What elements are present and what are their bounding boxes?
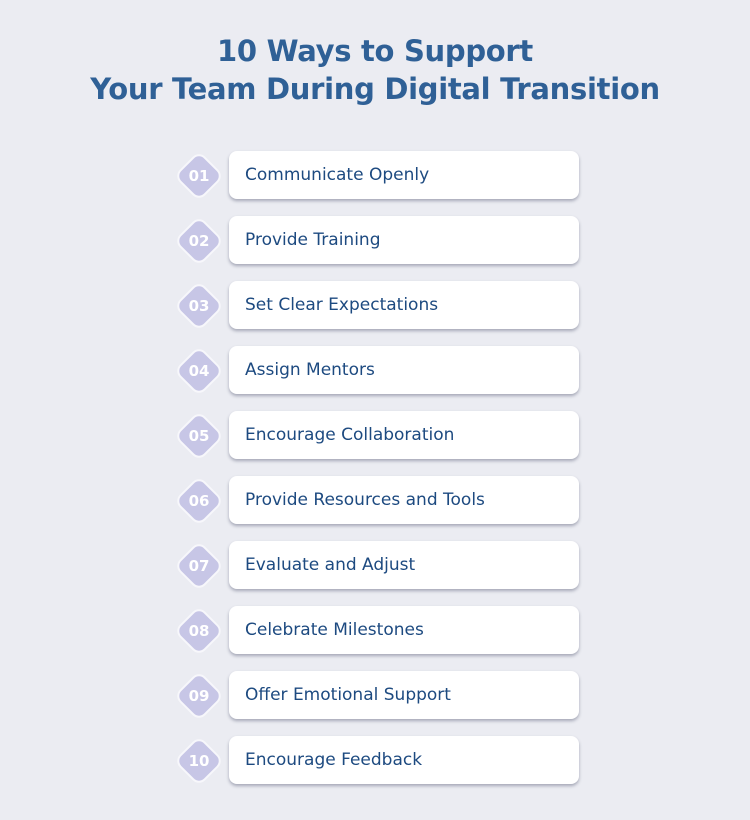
item-number: 09 [188, 687, 210, 705]
item-card: Evaluate and Adjust [229, 541, 579, 589]
item-card: Offer Emotional Support [229, 671, 579, 719]
item-number: 03 [188, 297, 210, 315]
item-card: Set Clear Expectations [229, 281, 579, 329]
item-card: Communicate Openly [229, 151, 579, 199]
item-card: Celebrate Milestones [229, 606, 579, 654]
item-card: Assign Mentors [229, 346, 579, 394]
item-number: 10 [188, 752, 210, 770]
item-number: 07 [188, 557, 210, 575]
item-number: 01 [188, 167, 210, 185]
item-card: Provide Resources and Tools [229, 476, 579, 524]
item-card: Provide Training [229, 216, 579, 264]
title-line-2: Your Team During Digital Transition [90, 72, 660, 106]
item-number: 06 [188, 492, 210, 510]
item-number: 04 [188, 362, 210, 380]
item-number: 02 [188, 232, 210, 250]
item-number: 05 [188, 427, 210, 445]
item-card: Encourage Collaboration [229, 411, 579, 459]
page-title: 10 Ways to Support Your Team During Digi… [0, 32, 750, 108]
title-line-1: 10 Ways to Support [217, 34, 533, 68]
item-number: 08 [188, 622, 210, 640]
item-card: Encourage Feedback [229, 736, 579, 784]
